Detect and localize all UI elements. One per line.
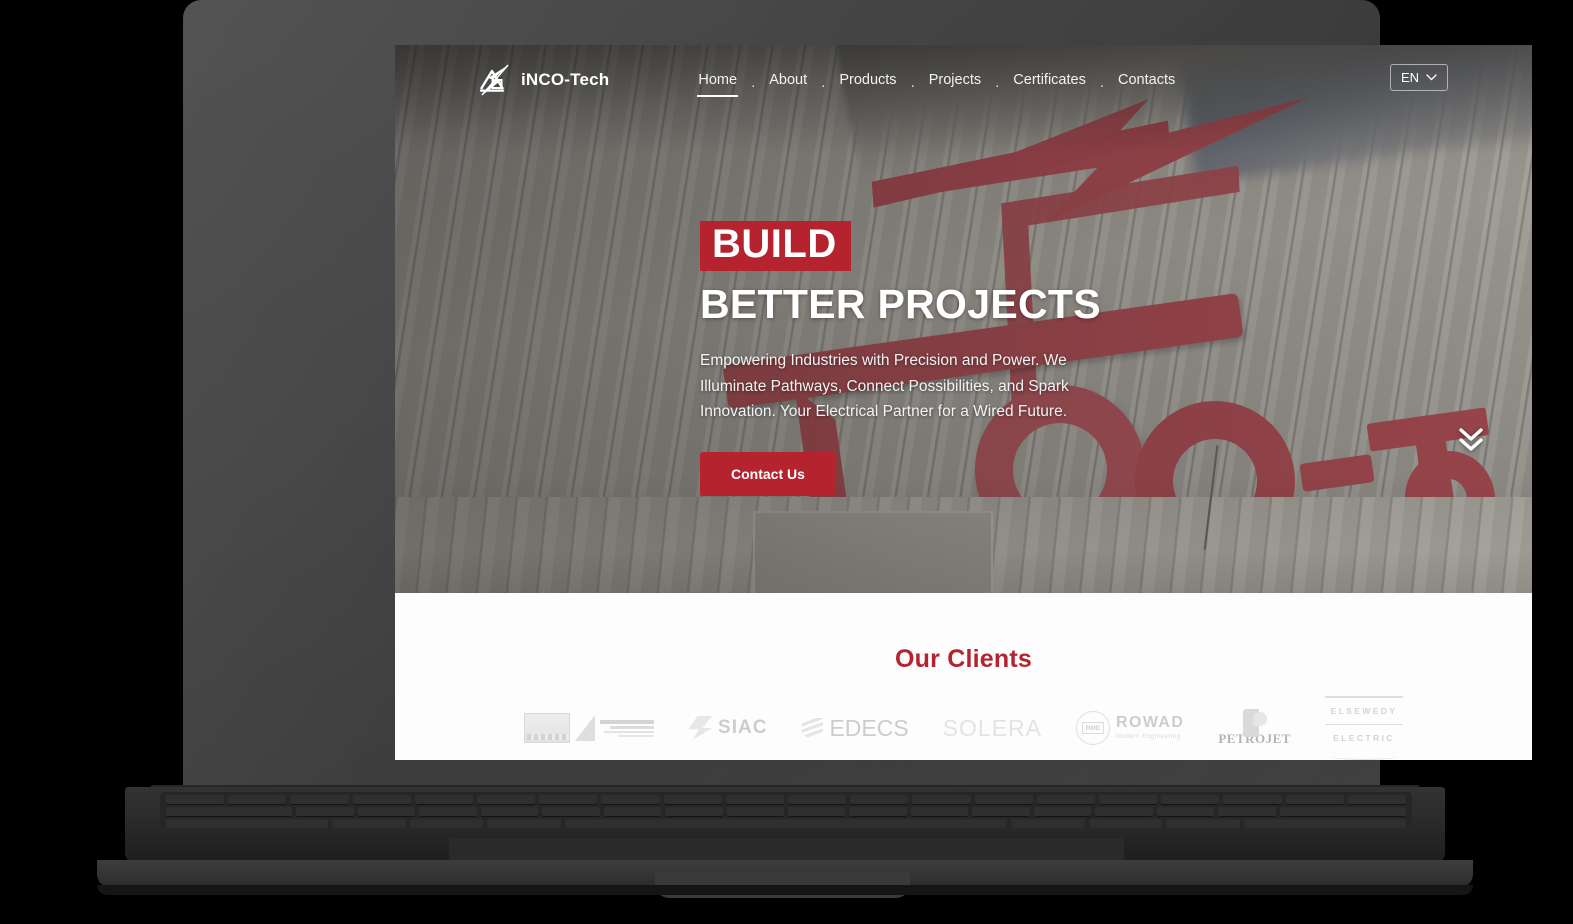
nav-separator: . bbox=[910, 73, 915, 91]
language-value: EN bbox=[1400, 70, 1419, 85]
hero-content: BUILD BETTER PROJECTS Empowering Industr… bbox=[700, 221, 1170, 496]
brand-name: iNCO-Tech bbox=[521, 70, 610, 89]
solera-label: SOLERA bbox=[942, 714, 1043, 741]
elsewedy-curve bbox=[1330, 753, 1397, 760]
cch-sail-icon bbox=[575, 715, 596, 741]
laptop-keyboard bbox=[160, 792, 1412, 828]
client-logo-row: SIAC EDECS SOLERA RME ROWAD Modern Engin… bbox=[395, 696, 1532, 760]
nav-separator: . bbox=[821, 73, 826, 91]
edecs-mark-icon bbox=[801, 718, 824, 738]
screenshot-stage: iNCO-Tech Home . About . Products . Proj… bbox=[0, 0, 1573, 924]
client-logo-children-cancer-hospital bbox=[524, 713, 655, 743]
client-logo-petrojet: PETROJET bbox=[1218, 709, 1291, 747]
rowad-label: ROWAD bbox=[1116, 714, 1185, 732]
keyboard-row bbox=[160, 819, 1412, 828]
elsewedy-line1: ELSEWEDY bbox=[1330, 705, 1398, 716]
double-chevron-down-icon-second bbox=[1459, 438, 1483, 451]
hero-paragraph: Empowering Industries with Precision and… bbox=[700, 351, 1069, 421]
site-header: iNCO-Tech Home . About . Products . Proj… bbox=[395, 45, 1532, 115]
hero-title: BETTER PROJECTS bbox=[700, 280, 1101, 327]
client-logo-rowad: RME ROWAD Modern Engineering bbox=[1076, 711, 1184, 745]
laptop-base-shadow bbox=[97, 885, 1473, 895]
siac-mark-icon bbox=[688, 716, 713, 740]
chevron-down-icon bbox=[1426, 74, 1437, 81]
siac-label: SIAC bbox=[718, 717, 768, 738]
laptop-trackpad bbox=[449, 838, 1124, 860]
main-navigation: Home . About . Products . Projects . Cer… bbox=[697, 70, 1176, 97]
hero-section: iNCO-Tech Home . About . Products . Proj… bbox=[395, 45, 1532, 593]
clients-heading: Our Clients bbox=[895, 645, 1032, 673]
nav-item-about[interactable]: About bbox=[768, 70, 808, 90]
keyboard-row bbox=[160, 795, 1412, 804]
elsewedy-line2: ELECTRIC bbox=[1333, 733, 1395, 743]
elsewedy-rule-top bbox=[1324, 696, 1403, 698]
client-logo-elsewedy-electric: ELSEWEDY ELECTRIC bbox=[1324, 696, 1403, 760]
language-selector[interactable]: EN bbox=[1389, 64, 1448, 91]
rowad-sublabel: Modern Engineering bbox=[1116, 734, 1181, 741]
clients-section: Our Clients SIAC EDECS SOLERA RME ROWAD … bbox=[395, 593, 1532, 760]
edecs-label: EDECS bbox=[829, 714, 909, 741]
client-logo-solera: SOLERA bbox=[943, 715, 1042, 742]
elsewedy-rule-mid bbox=[1324, 723, 1403, 725]
rme-badge-icon: RME bbox=[1076, 711, 1111, 745]
building-bolt-logo-icon bbox=[479, 64, 509, 96]
nav-separator: . bbox=[751, 73, 756, 91]
scroll-down-indicator[interactable] bbox=[1458, 428, 1484, 453]
nav-separator: . bbox=[995, 73, 1000, 91]
cch-emblem-icon bbox=[524, 713, 571, 743]
nav-item-products[interactable]: Products bbox=[838, 70, 897, 90]
nav-item-home[interactable]: Home bbox=[697, 70, 738, 97]
laptop-screen: iNCO-Tech Home . About . Products . Proj… bbox=[395, 45, 1532, 760]
brand-logo[interactable]: iNCO-Tech bbox=[475, 63, 609, 97]
nav-separator: . bbox=[1099, 73, 1104, 91]
rme-label: RME bbox=[1082, 722, 1105, 734]
nav-item-certificates[interactable]: Certificates bbox=[1012, 70, 1087, 90]
petrojet-mark-icon bbox=[1242, 709, 1267, 737]
rowad-text-block: ROWAD Modern Engineering bbox=[1116, 714, 1185, 741]
nav-item-contacts[interactable]: Contacts bbox=[1117, 70, 1176, 90]
client-logo-siac: SIAC bbox=[688, 716, 767, 740]
client-logo-edecs: EDECS bbox=[801, 714, 909, 742]
nav-item-projects[interactable]: Projects bbox=[928, 70, 982, 90]
laptop-lid: iNCO-Tech Home . About . Products . Proj… bbox=[183, 0, 1532, 790]
keyboard-row bbox=[160, 807, 1412, 816]
contact-us-button[interactable]: Contact Us bbox=[700, 452, 836, 496]
cch-arabic-text bbox=[600, 719, 655, 737]
hero-title-highlight: BUILD bbox=[700, 221, 851, 271]
